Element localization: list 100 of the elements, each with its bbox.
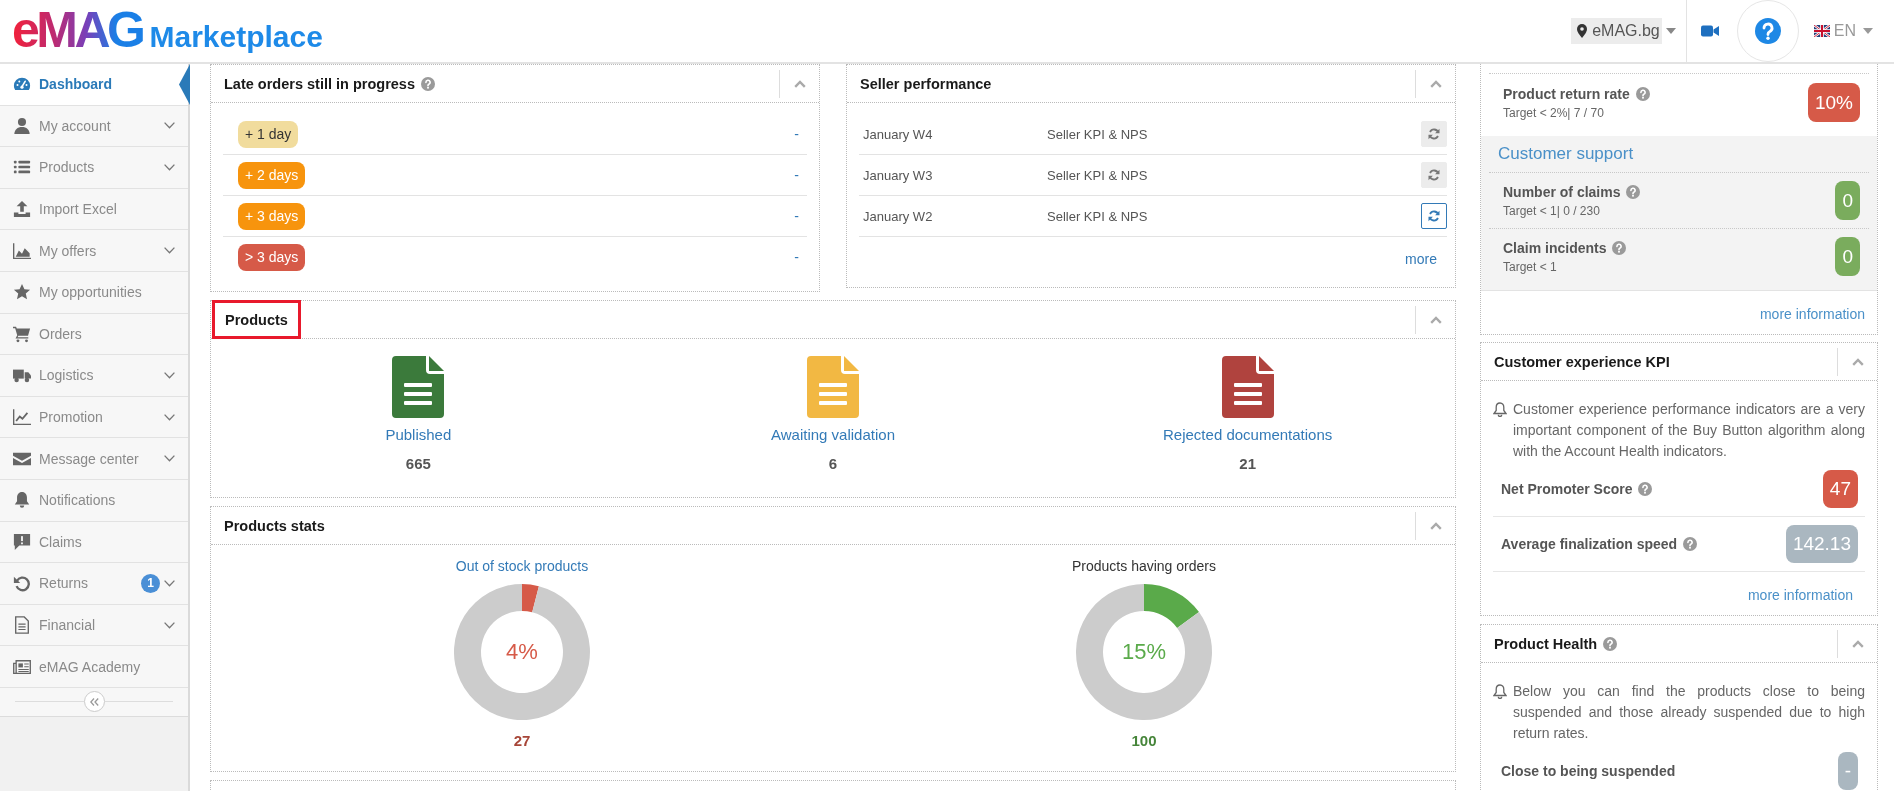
selection-pointer-icon bbox=[178, 64, 190, 105]
metric-value-badge: 0 bbox=[1835, 181, 1860, 220]
count-badge: 1 bbox=[141, 573, 160, 593]
status-link[interactable]: Awaiting validation bbox=[771, 426, 895, 444]
refresh-icon bbox=[1428, 169, 1440, 181]
bell-icon bbox=[13, 491, 31, 510]
sidebar-item[interactable]: Products bbox=[0, 147, 188, 189]
more-information-link[interactable]: more information bbox=[1747, 586, 1853, 604]
metric-target: Target < 1 bbox=[1503, 258, 1558, 275]
map-pin-icon bbox=[1577, 24, 1588, 38]
speech-bubble-icon bbox=[13, 532, 31, 551]
newspaper-icon bbox=[13, 657, 31, 676]
video-camera-icon bbox=[1700, 25, 1719, 37]
bell-icon bbox=[1493, 684, 1507, 699]
report-period: January W2 bbox=[863, 208, 934, 224]
sidebar-item[interactable]: eMAG Academy bbox=[0, 646, 188, 688]
metric-label: Average finalization speed bbox=[1501, 535, 1678, 553]
help-icon bbox=[1754, 18, 1781, 44]
video-button[interactable] bbox=[1700, 25, 1719, 37]
status-link[interactable]: Published bbox=[385, 426, 452, 444]
sidebar-item[interactable]: Promotion bbox=[0, 396, 188, 439]
region-dropdown[interactable]: eMAG.bg bbox=[1571, 18, 1676, 44]
document-icon bbox=[13, 616, 31, 634]
logo-subtitle[interactable]: Marketplace bbox=[149, 20, 323, 54]
metric-value-badge: 142.13 bbox=[1785, 525, 1858, 563]
chart-title: Products having orders bbox=[1072, 557, 1216, 575]
metric-value-badge: 47 bbox=[1822, 470, 1858, 508]
report-period: January W3 bbox=[863, 167, 934, 183]
chevron-up-icon bbox=[793, 79, 806, 88]
bell-icon bbox=[1493, 402, 1507, 417]
area-chart-icon bbox=[13, 241, 31, 260]
chevron-up-icon bbox=[1429, 315, 1442, 324]
language-dropdown[interactable]: EN bbox=[1813, 22, 1873, 40]
metric-label: Close to being suspended bbox=[1501, 762, 1676, 780]
status-link[interactable]: Rejected documentations bbox=[1163, 426, 1333, 444]
sidebar-item[interactable]: Dashboard bbox=[0, 64, 188, 106]
order-count-link[interactable]: - bbox=[794, 249, 799, 265]
info-note: Below you can find the products close to being suspended and those already suspended due to high return rates. bbox=[1513, 682, 1865, 743]
cart-icon bbox=[13, 324, 31, 343]
panel-title: Products stats bbox=[224, 517, 325, 534]
delay-badge: + 1 day bbox=[238, 120, 299, 148]
metric-target: Target < 1| 0 / 230 bbox=[1503, 202, 1601, 219]
metric-label: Claim incidents bbox=[1503, 238, 1607, 257]
product-count: 6 bbox=[828, 455, 838, 473]
sidebar-item[interactable]: My account bbox=[0, 105, 188, 148]
metric-label: Product return rate bbox=[1503, 84, 1630, 103]
sidebar-item[interactable]: Message center bbox=[0, 438, 188, 480]
report-name: Seller KPI & NPS bbox=[1047, 126, 1149, 142]
report-name: Seller KPI & NPS bbox=[1047, 167, 1149, 183]
report-period: January W4 bbox=[863, 126, 934, 142]
refresh-icon bbox=[1428, 128, 1440, 140]
metric-target: Target < 2%| 7 / 70 bbox=[1503, 104, 1605, 121]
line-chart-icon bbox=[13, 408, 31, 427]
panel-title: Product Health bbox=[1494, 635, 1598, 652]
product-count: 21 bbox=[1239, 455, 1256, 473]
metric-value-badge: - bbox=[1837, 752, 1858, 790]
star-icon bbox=[13, 283, 31, 302]
metric-value-badge: 10% bbox=[1807, 83, 1860, 122]
order-count-link[interactable]: - bbox=[794, 126, 799, 142]
percent-reading: 4% bbox=[506, 639, 538, 665]
sidebar-item[interactable]: Notifications bbox=[0, 479, 188, 522]
sidebar-item[interactable]: My opportunities bbox=[0, 271, 188, 314]
chevron-up-icon bbox=[1851, 639, 1864, 648]
sidebar-item[interactable]: Returns 1 bbox=[0, 563, 188, 605]
more-link[interactable]: more bbox=[1405, 250, 1437, 268]
order-count-link[interactable]: - bbox=[794, 208, 799, 224]
sidebar-item[interactable]: Financial bbox=[0, 604, 188, 647]
panel-title: Customer experience KPI bbox=[1494, 353, 1670, 370]
info-note: Customer experience performance indicators are a very important component of the Buy Button algorithm along with the Account Health indicators. bbox=[1513, 400, 1865, 461]
sidebar-item[interactable]: Claims bbox=[0, 521, 188, 564]
sidebar-item[interactable]: Logistics bbox=[0, 355, 188, 397]
user-icon bbox=[13, 116, 31, 135]
metric-value-badge: 0 bbox=[1835, 237, 1860, 276]
panel-title: Seller performance bbox=[860, 75, 992, 92]
metric-label: Net Promoter Score bbox=[1501, 480, 1633, 498]
chevron-up-icon bbox=[1429, 79, 1442, 88]
collapse-sidebar-button[interactable] bbox=[83, 691, 105, 713]
section-title: Customer support bbox=[1498, 144, 1634, 164]
product-count: 100 bbox=[1131, 732, 1157, 750]
report-name: Seller KPI & NPS bbox=[1047, 208, 1149, 224]
double-chevron-left-icon bbox=[89, 697, 99, 706]
chart-title-link[interactable]: Out of stock products bbox=[455, 557, 589, 575]
sidebar-item[interactable]: Import Excel bbox=[0, 188, 188, 231]
caret-down-icon bbox=[1863, 28, 1873, 34]
panel-title: Products bbox=[212, 300, 301, 339]
sidebar-item[interactable]: My offers bbox=[0, 230, 188, 272]
sidebar-item[interactable]: Orders bbox=[0, 313, 188, 356]
refresh-icon bbox=[1428, 210, 1440, 222]
chevron-up-icon bbox=[1851, 357, 1864, 366]
upload-icon bbox=[13, 200, 31, 219]
caret-down-icon bbox=[1665, 28, 1676, 34]
delay-badge: > 3 days bbox=[238, 243, 306, 271]
delay-badge: + 3 days bbox=[238, 202, 306, 230]
order-count-link[interactable]: - bbox=[794, 167, 799, 183]
flag-icon bbox=[1813, 25, 1830, 37]
more-information-link[interactable]: more information bbox=[1759, 305, 1865, 323]
panel-title: Late orders still in progress bbox=[224, 75, 415, 92]
product-count: 665 bbox=[405, 455, 431, 473]
refresh-button[interactable] bbox=[1421, 203, 1447, 229]
undo-arrow-icon bbox=[13, 574, 31, 593]
